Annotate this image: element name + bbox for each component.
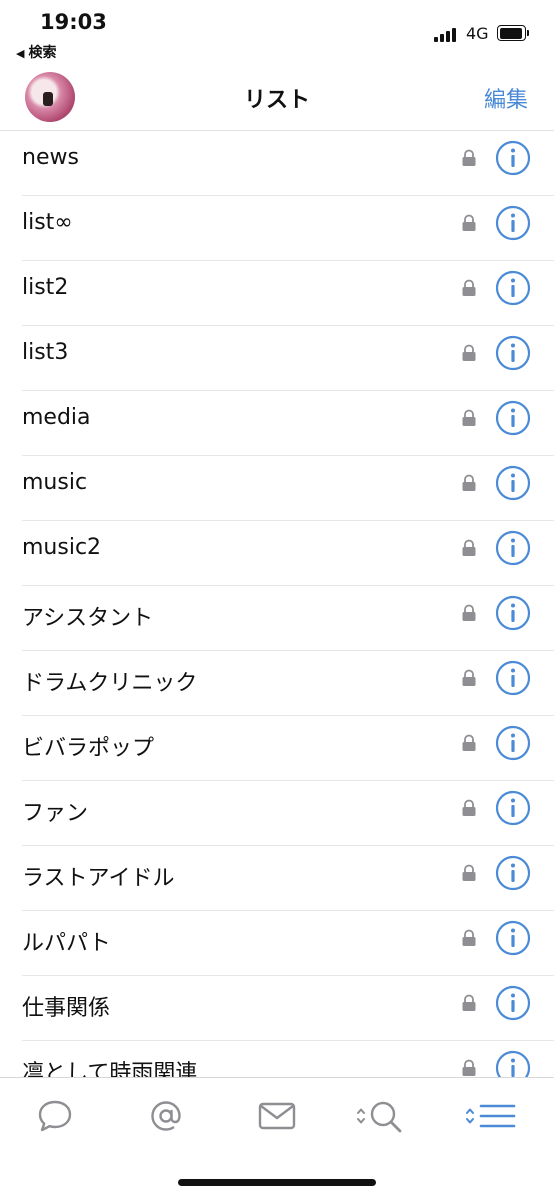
info-icon[interactable]: [495, 400, 531, 436]
list-item-label: list2: [22, 275, 69, 300]
list-item[interactable]: ファン: [0, 781, 554, 846]
list-icon[interactable]: [463, 1094, 519, 1138]
at-sign-icon[interactable]: [144, 1094, 188, 1138]
list-item[interactable]: ラストアイドル: [0, 846, 554, 911]
page-title: リスト: [243, 88, 310, 113]
info-icon[interactable]: [495, 335, 531, 371]
status-bar: 19:03 ◀ 検索 4G: [0, 0, 554, 62]
list-item-label: ラストアイドル: [22, 866, 175, 891]
search-icon[interactable]: [354, 1094, 408, 1138]
info-icon[interactable]: [495, 725, 531, 761]
list-item-label: music: [22, 470, 88, 495]
list-item-label: news: [22, 145, 79, 170]
envelope-icon[interactable]: [255, 1094, 299, 1138]
lock-icon: [462, 669, 476, 686]
list-item-label: ビバラポップ: [22, 736, 155, 761]
info-icon[interactable]: [495, 205, 531, 241]
list-item[interactable]: news: [0, 131, 554, 196]
lock-icon: [462, 409, 476, 426]
lock-icon: [462, 994, 476, 1011]
chat-bubble-icon[interactable]: [33, 1094, 77, 1138]
info-icon[interactable]: [495, 660, 531, 696]
list-item[interactable]: list3: [0, 326, 554, 391]
info-icon[interactable]: [495, 595, 531, 631]
list-item[interactable]: 仕事関係: [0, 976, 554, 1041]
lock-icon: [462, 734, 476, 751]
list-item-label: media: [22, 405, 91, 430]
lists-list: news list∞ list2 list3 media music music…: [0, 131, 554, 1077]
list-item-label: list∞: [22, 210, 73, 235]
info-icon[interactable]: [495, 1050, 531, 1077]
info-icon[interactable]: [495, 790, 531, 826]
list-item[interactable]: list∞: [0, 196, 554, 261]
info-icon[interactable]: [495, 920, 531, 956]
list-item[interactable]: music: [0, 456, 554, 521]
lock-icon: [462, 214, 476, 231]
lock-icon: [462, 1059, 476, 1076]
status-time: 19:03: [40, 10, 107, 34]
list-item[interactable]: アシスタント: [0, 586, 554, 651]
battery-icon: [497, 25, 529, 41]
list-item-label: ドラムクリニック: [22, 671, 198, 696]
back-triangle-icon: ◀: [16, 47, 25, 60]
lock-icon: [462, 929, 476, 946]
list-item-label: アシスタント: [22, 606, 154, 631]
home-indicator[interactable]: [178, 1179, 376, 1186]
lock-icon: [462, 279, 476, 296]
network-type: 4G: [466, 24, 489, 43]
info-icon[interactable]: [495, 985, 531, 1021]
lock-icon: [462, 604, 476, 621]
list-item[interactable]: list2: [0, 261, 554, 326]
list-item-label: ルパパト: [22, 931, 111, 956]
list-item[interactable]: music2: [0, 521, 554, 586]
lock-icon: [462, 149, 476, 166]
lock-icon: [462, 474, 476, 491]
info-icon[interactable]: [495, 270, 531, 306]
lock-icon: [462, 539, 476, 556]
cellular-signal-icon: [434, 26, 458, 42]
list-item[interactable]: ルパパト: [0, 911, 554, 976]
info-icon[interactable]: [495, 855, 531, 891]
list-item[interactable]: media: [0, 391, 554, 456]
lock-icon: [462, 864, 476, 881]
info-icon[interactable]: [495, 140, 531, 176]
list-item-label: 仕事関係: [22, 996, 111, 1021]
list-item-label: music2: [22, 535, 102, 560]
edit-button[interactable]: 編集: [484, 82, 528, 114]
back-to-search-link[interactable]: ◀ 検索: [16, 42, 56, 62]
lock-icon: [462, 344, 476, 361]
navigation-bar: リスト 編集: [0, 62, 554, 131]
back-link-label: 検索: [28, 45, 57, 61]
lock-icon: [462, 799, 476, 816]
list-item[interactable]: 凛として時雨関連: [0, 1041, 554, 1077]
list-item-label: 凛として時雨関連: [22, 1061, 198, 1077]
list-item-label: ファン: [22, 801, 89, 826]
list-item[interactable]: ドラムクリニック: [0, 651, 554, 716]
info-icon[interactable]: [495, 530, 531, 566]
list-item[interactable]: ビバラポップ: [0, 716, 554, 781]
list-item-label: list3: [22, 340, 69, 365]
info-icon[interactable]: [495, 465, 531, 501]
